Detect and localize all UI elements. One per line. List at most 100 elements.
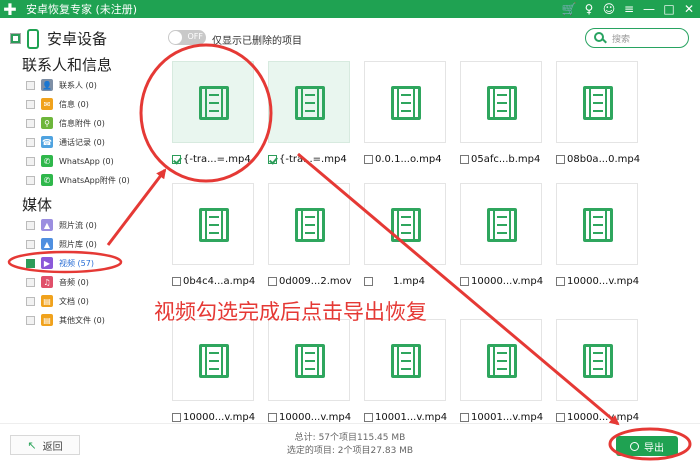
message-icon: ✉ [41, 98, 53, 110]
video-thumbnail[interactable] [268, 183, 350, 265]
sidebar-item-whatsapp[interactable]: ✆ WhatsApp (0) [26, 153, 114, 169]
film-icon [391, 86, 421, 120]
item-checkbox[interactable] [26, 99, 35, 109]
maximize-icon[interactable]: □ [662, 2, 676, 16]
file-name-row[interactable]: 10000...v.mp4 [556, 410, 644, 424]
item-checkbox[interactable] [26, 239, 35, 249]
video-thumbnail[interactable] [364, 61, 446, 143]
section-media: 媒体 [22, 196, 53, 214]
item-checkbox[interactable] [26, 277, 35, 287]
device-checkbox[interactable] [10, 33, 21, 44]
film-icon [391, 208, 421, 242]
item-checkbox[interactable] [26, 315, 35, 325]
minimize-icon[interactable]: — [642, 2, 656, 16]
video-thumbnail[interactable] [172, 61, 254, 143]
video-thumbnail[interactable] [460, 183, 542, 265]
search-input[interactable]: 搜索 [612, 32, 630, 45]
file-checkbox[interactable] [364, 412, 373, 422]
item-checkbox[interactable] [26, 220, 35, 230]
file-checkbox[interactable] [172, 276, 181, 286]
toggle-state: OFF [187, 32, 204, 41]
film-icon [199, 208, 229, 242]
video-thumbnail[interactable] [556, 319, 638, 401]
file-checkbox[interactable] [268, 276, 277, 286]
film-icon [391, 344, 421, 378]
sidebar-item-message-attachments[interactable]: ⚲ 信息附件 (0) [26, 115, 105, 131]
search-icon [594, 32, 604, 42]
key-icon[interactable]: ♀ [582, 2, 596, 16]
item-checkbox[interactable] [26, 118, 35, 128]
video-thumbnail[interactable] [268, 61, 350, 143]
file-checkbox[interactable] [268, 154, 277, 164]
sidebar-item-messages[interactable]: ✉ 信息 (0) [26, 96, 89, 112]
file-name-row[interactable]: 0b4c4...a.mp4 [172, 274, 260, 288]
file-checkbox[interactable] [364, 276, 373, 286]
deleted-only-toggle[interactable]: OFF [168, 30, 206, 45]
sidebar-item-photo-stream[interactable]: ▲ 照片流 (0) [26, 217, 97, 233]
file-checkbox[interactable] [364, 154, 373, 164]
video-thumbnail[interactable] [364, 183, 446, 265]
audio-icon: ♫ [41, 276, 53, 288]
total-items: 总计: 57个项目115.45 MB [294, 433, 406, 443]
film-icon [199, 344, 229, 378]
sidebar-item-photo-library[interactable]: ▲ 照片库 (0) [26, 236, 97, 252]
item-checkbox[interactable] [26, 175, 35, 185]
video-thumbnail[interactable] [172, 183, 254, 265]
sidebar-item-documents[interactable]: ▤ 文档 (0) [26, 293, 89, 309]
video-thumbnail[interactable] [172, 319, 254, 401]
selected-items: 选定的项目: 2个项目27.83 MB [286, 446, 414, 456]
file-checkbox[interactable] [556, 276, 565, 286]
item-checkbox[interactable] [26, 156, 35, 166]
file-checkbox[interactable] [460, 276, 469, 286]
file-name-row[interactable]: 10000...v.mp4 [268, 410, 356, 424]
file-name-row[interactable]: 10001...v.mp4 [364, 410, 452, 424]
sidebar-item-audio[interactable]: ♫ 音频 (0) [26, 274, 89, 290]
item-checkbox[interactable] [26, 137, 35, 147]
search-box[interactable]: 搜索 [585, 28, 689, 48]
file-name-row[interactable]: 05afc...b.mp4 [460, 152, 548, 166]
sidebar-item-other-files[interactable]: ▤ 其他文件 (0) [26, 312, 105, 328]
sidebar-item-call-log[interactable]: ☎ 通话记录 (0) [26, 134, 105, 150]
item-checkbox[interactable] [26, 296, 35, 306]
export-button[interactable]: 导出 [616, 436, 678, 456]
video-thumbnail[interactable] [556, 61, 638, 143]
file-name-row[interactable]: 0.0.1...o.mp4 [364, 152, 452, 166]
file-checkbox[interactable] [460, 154, 469, 164]
file-checkbox[interactable] [172, 154, 181, 164]
sidebar-item-video[interactable]: ▶ 视频 (57) [26, 255, 94, 271]
film-icon [295, 344, 325, 378]
cart-icon[interactable]: 🛒 [562, 2, 577, 16]
file-name-row[interactable]: 10000...v.mp4 [556, 274, 644, 288]
title-tools: 🛒 ♀ ☺ ≡ — □ ✕ [562, 0, 696, 18]
document-icon: ▤ [41, 295, 53, 307]
file-name-row[interactable]: 10000...v.mp4 [172, 410, 260, 424]
menu-icon[interactable]: ≡ [622, 2, 636, 16]
file-checkbox[interactable] [460, 412, 469, 422]
file-name-row[interactable]: 10000...v.mp4 [460, 274, 548, 288]
item-checkbox[interactable] [26, 80, 35, 90]
file-name-row[interactable]: {-tra...=.mp4 [172, 152, 260, 166]
film-icon [487, 208, 517, 242]
video-thumbnail[interactable] [268, 319, 350, 401]
item-checkbox[interactable] [26, 258, 35, 268]
video-thumbnail[interactable] [364, 319, 446, 401]
file-name-row[interactable]: 08b0a...0.mp4 [556, 152, 644, 166]
device-row[interactable]: 安卓设备 [10, 28, 107, 49]
export-icon [630, 441, 639, 451]
file-checkbox[interactable] [268, 412, 277, 422]
video-thumbnail[interactable] [556, 183, 638, 265]
video-thumbnail[interactable] [460, 319, 542, 401]
close-icon[interactable]: ✕ [682, 2, 696, 16]
file-name-row[interactable]: 10001...v.mp4 [460, 410, 548, 424]
video-thumbnail[interactable] [460, 61, 542, 143]
file-checkbox[interactable] [556, 412, 565, 422]
file-checkbox[interactable] [172, 412, 181, 422]
sidebar-item-contacts[interactable]: 👤 联系人 (0) [26, 77, 97, 93]
app-window: ✚ 安卓恢复专家 (未注册) 🛒 ♀ ☺ ≡ — □ ✕ 安卓设备 联系人和信息… [0, 0, 700, 466]
file-name-row[interactable]: {-tra...=.mp4 [268, 152, 356, 166]
chat-icon[interactable]: ☺ [602, 2, 616, 16]
file-name-row[interactable]: 0d009...2.mov [268, 274, 356, 288]
sidebar-item-whatsapp-attachments[interactable]: ✆ WhatsApp附件 (0) [26, 172, 130, 188]
file-checkbox[interactable] [556, 154, 565, 164]
file-name-row[interactable]: 1.mp4 [364, 274, 452, 288]
